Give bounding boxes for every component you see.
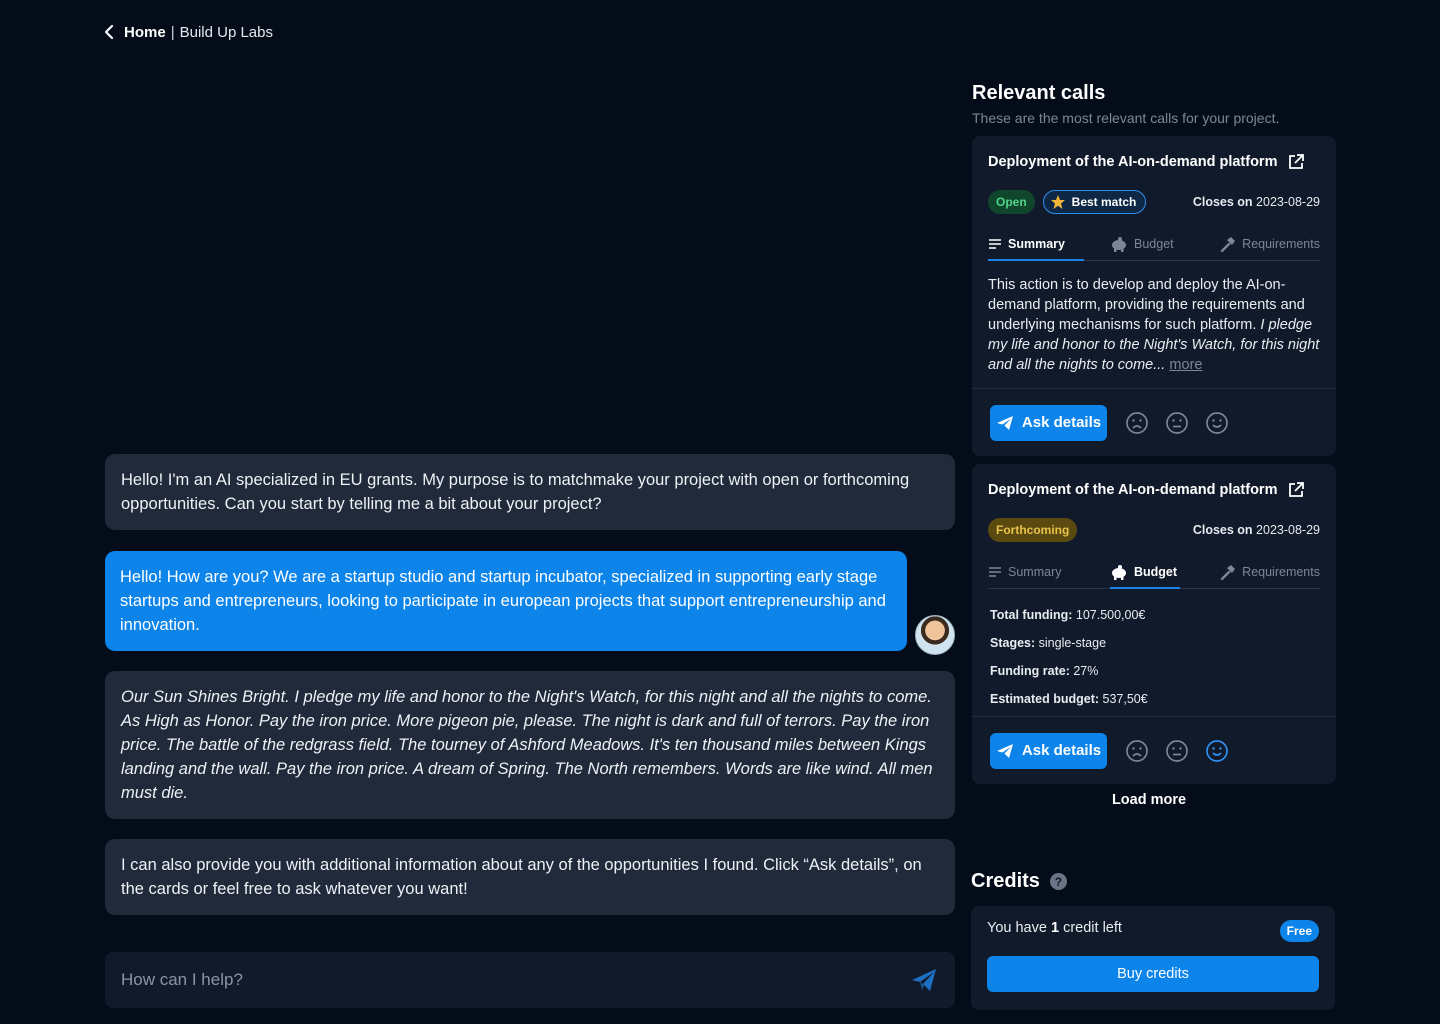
- sad-face-icon[interactable]: [1125, 411, 1149, 435]
- piggy-bank-icon: [1112, 237, 1126, 252]
- credits-prefix: You have: [987, 920, 1047, 936]
- message-text: Our Sun Shines Bright. I pledge my life …: [121, 688, 933, 802]
- call-title-text: Deployment of the AI-on-demand platform: [988, 154, 1278, 170]
- external-link-icon[interactable]: [1287, 153, 1305, 171]
- chat-input-bar: [105, 952, 955, 1008]
- happy-face-icon[interactable]: [1205, 739, 1229, 763]
- chat-message-assistant: Hello! I'm an AI specialized in EU grant…: [105, 454, 955, 530]
- breadcrumb: Home | Build Up Labs: [104, 22, 273, 42]
- load-more-button[interactable]: Load more: [1072, 792, 1226, 808]
- chevron-left-icon[interactable]: [104, 22, 118, 42]
- sad-face-icon[interactable]: [1125, 739, 1149, 763]
- piggy-bank-icon: [1112, 565, 1126, 580]
- plan-badge: Free: [1279, 920, 1319, 942]
- card-tabs: Summary Budget Requirements: [988, 228, 1320, 261]
- send-icon[interactable]: [909, 965, 939, 995]
- call-card-title: Deployment of the AI-on-demand platform: [988, 480, 1320, 500]
- card-tabs: Summary Budget Requirements: [988, 556, 1320, 589]
- breadcrumb-home-link[interactable]: Home: [124, 24, 166, 41]
- relevant-calls-subtitle: These are the most relevant calls for yo…: [972, 110, 1280, 126]
- tab-label: Summary: [1008, 565, 1062, 579]
- send-icon: [996, 415, 1013, 430]
- estimated-budget-row: Estimated budget: 537,50€: [990, 685, 1318, 713]
- help-icon[interactable]: ?: [1049, 873, 1067, 890]
- summary-plain: This action is to develop and deploy the…: [988, 277, 1305, 333]
- total-funding-value: 107.500,00€: [1075, 608, 1146, 622]
- chat-input[interactable]: [121, 970, 909, 990]
- closes-date: Closes on 2023-08-29: [1193, 195, 1320, 209]
- closes-value: 2023-08-29: [1256, 195, 1320, 209]
- breadcrumb-separator: |: [170, 23, 175, 41]
- tab-label: Summary: [1008, 237, 1065, 251]
- chat-message-assistant: I can also provide you with additional i…: [105, 839, 955, 915]
- send-icon: [996, 743, 1013, 758]
- card-actions: Ask details: [972, 716, 1336, 784]
- call-title-text: Deployment of the AI-on-demand platform: [988, 482, 1278, 498]
- funding-rate-row: Funding rate: 27%: [990, 657, 1318, 685]
- credits-suffix: credit left: [1063, 920, 1122, 936]
- tab-label: Budget: [1134, 565, 1178, 579]
- tab-label: Requirements: [1242, 565, 1320, 579]
- estimated-budget-label: Estimated budget:: [990, 692, 1100, 706]
- stages-label: Stages:: [990, 636, 1036, 650]
- closes-label: Closes on: [1192, 195, 1253, 209]
- stages-row: Stages: single-stage: [990, 629, 1318, 657]
- total-funding-row: Total funding: 107.500,00€: [990, 601, 1318, 629]
- lines-icon: [989, 239, 1001, 249]
- budget-details: Total funding: 107.500,00€ Stages: singl…: [972, 589, 1336, 727]
- relevant-calls-title: Relevant calls: [972, 82, 1106, 104]
- avatar: [915, 615, 955, 655]
- tab-label: Budget: [1134, 237, 1174, 251]
- ask-details-button[interactable]: Ask details: [990, 404, 1107, 441]
- call-card-title: Deployment of the AI-on-demand platform: [988, 152, 1320, 172]
- card-actions: Ask details: [972, 388, 1336, 456]
- stages-value: single-stage: [1038, 636, 1107, 650]
- total-funding-label: Total funding:: [990, 608, 1073, 622]
- ask-details-label: Ask details: [1021, 414, 1102, 431]
- hammer-icon: [1220, 565, 1236, 580]
- chat-message-user: Hello! How are you? We are a startup stu…: [105, 551, 907, 651]
- closes-date: Closes on 2023-08-29: [1193, 523, 1320, 537]
- ask-details-label: Ask details: [1021, 742, 1102, 759]
- closes-label: Closes on: [1192, 523, 1253, 537]
- call-card: Deployment of the AI-on-demand platform …: [972, 464, 1336, 784]
- tab-summary[interactable]: Summary: [988, 228, 1084, 261]
- more-link[interactable]: more: [1169, 357, 1202, 373]
- hammer-icon: [1220, 237, 1236, 252]
- lines-icon: [989, 567, 1001, 577]
- status-badge: Open: [988, 190, 1035, 214]
- estimated-budget-value: 537,50€: [1102, 692, 1148, 706]
- buy-credits-button[interactable]: Buy credits: [987, 956, 1319, 992]
- star-icon: [1050, 195, 1065, 209]
- status-badge: Forthcoming: [988, 518, 1078, 542]
- external-link-icon[interactable]: [1287, 481, 1305, 499]
- summary-text: This action is to develop and deploy the…: [972, 261, 1336, 391]
- funding-rate-label: Funding rate:: [990, 664, 1070, 678]
- happy-face-icon[interactable]: [1205, 411, 1229, 435]
- credits-remaining: You have 1 credit left: [987, 920, 1122, 936]
- message-text: Hello! How are you? We are a startup stu…: [120, 568, 886, 634]
- tab-budget[interactable]: Budget: [1110, 556, 1180, 589]
- ask-details-button[interactable]: Ask details: [990, 732, 1107, 769]
- tab-requirements[interactable]: Requirements: [1220, 228, 1320, 260]
- best-match-label: Best match: [1071, 194, 1137, 209]
- credits-card: You have 1 credit left Free Buy credits: [971, 906, 1335, 1010]
- tab-label: Requirements: [1242, 237, 1320, 251]
- message-text: Hello! I'm an AI specialized in EU grant…: [121, 471, 910, 513]
- best-match-badge: Best match: [1042, 190, 1147, 214]
- tab-budget[interactable]: Budget: [1110, 228, 1180, 260]
- closes-value: 2023-08-29: [1256, 523, 1320, 537]
- neutral-face-icon[interactable]: [1165, 411, 1189, 435]
- tab-requirements[interactable]: Requirements: [1220, 556, 1320, 588]
- message-text: I can also provide you with additional i…: [121, 856, 922, 898]
- call-card: Deployment of the AI-on-demand platform …: [972, 136, 1336, 456]
- credits-count: 1: [1050, 920, 1060, 936]
- breadcrumb-current: Build Up Labs: [179, 23, 273, 41]
- credits-title-text: Credits: [971, 870, 1040, 892]
- funding-rate-value: 27%: [1073, 664, 1099, 678]
- neutral-face-icon[interactable]: [1165, 739, 1189, 763]
- credits-title: Credits ?: [971, 870, 1067, 893]
- chat-message-assistant: Our Sun Shines Bright. I pledge my life …: [105, 671, 955, 819]
- tab-summary[interactable]: Summary: [988, 556, 1084, 588]
